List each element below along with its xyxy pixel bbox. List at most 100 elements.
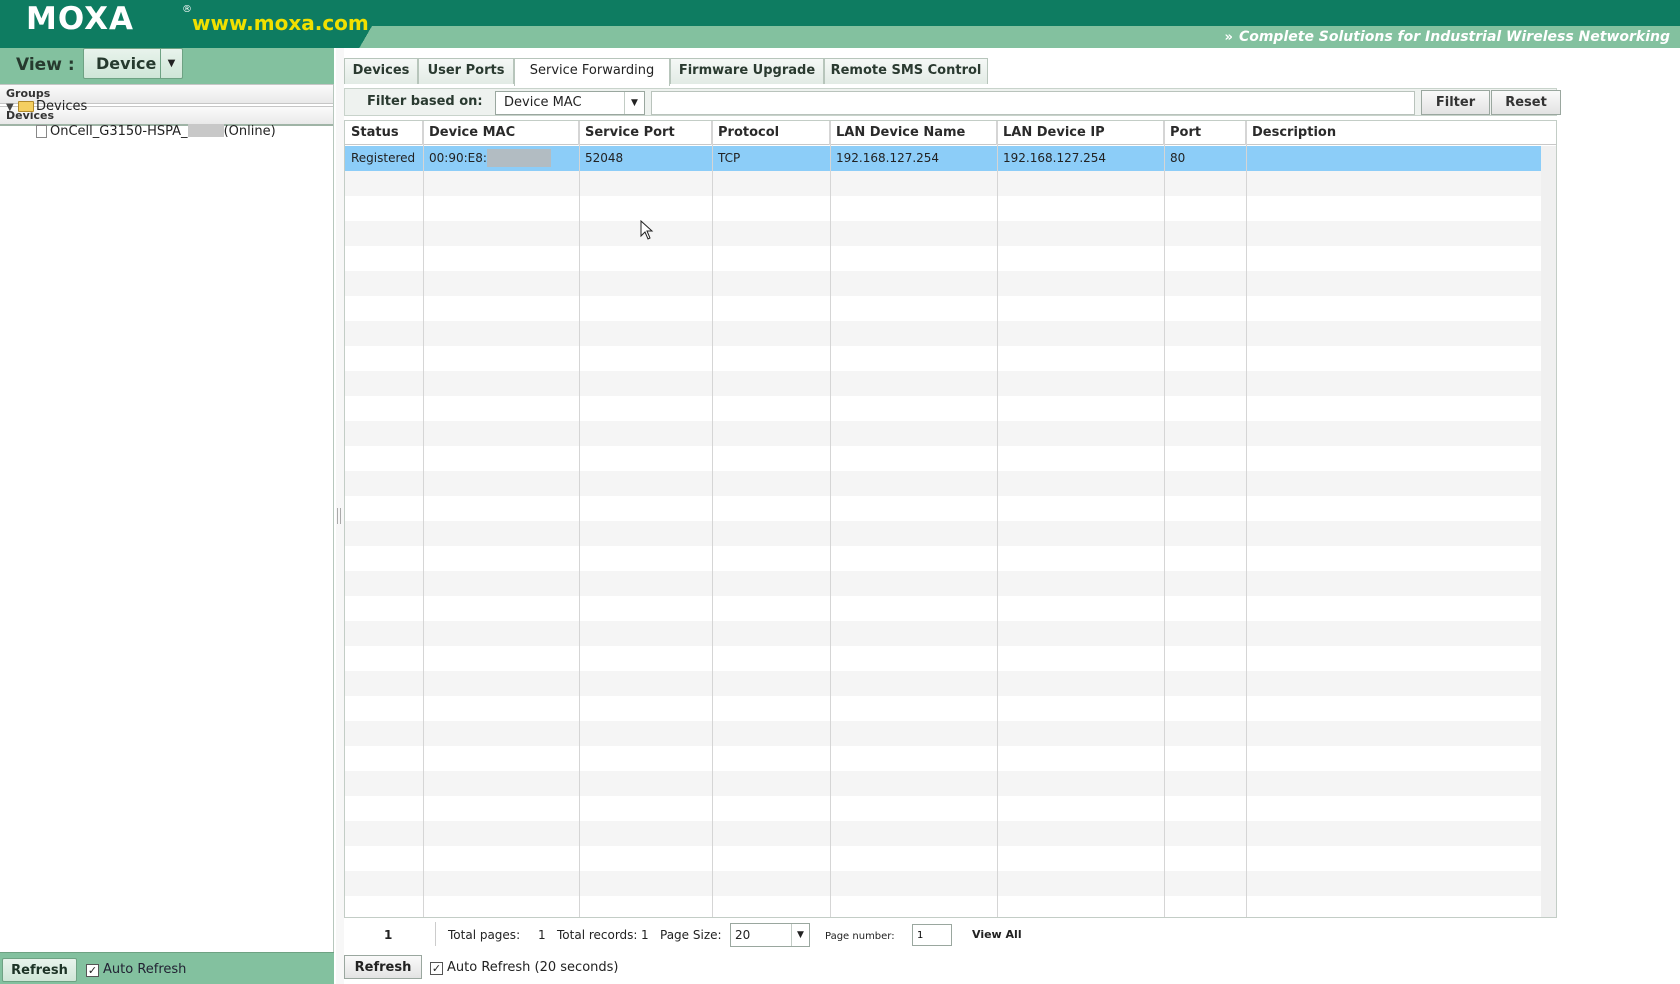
col-port[interactable]: Port: [1164, 121, 1246, 145]
empty-row: [345, 421, 1543, 446]
col-description[interactable]: Description: [1246, 121, 1543, 145]
dropdown-arrow-icon[interactable]: ▼: [624, 92, 644, 114]
empty-row: [345, 821, 1543, 846]
empty-row: [345, 471, 1543, 496]
empty-row: [345, 196, 1543, 221]
cell-port: 80: [1170, 151, 1186, 165]
empty-row: [345, 646, 1543, 671]
page-size-label: Page Size:: [660, 928, 722, 942]
col-service-port[interactable]: Service Port: [579, 121, 712, 145]
moxa-logo: MOXA: [26, 1, 134, 37]
empty-row: [345, 696, 1543, 721]
main-auto-refresh[interactable]: ✓ Auto Refresh (20 seconds): [430, 960, 619, 977]
current-page[interactable]: 1: [384, 927, 392, 943]
tagline-text: Complete Solutions for Industrial Wirele…: [1238, 29, 1670, 45]
main-refresh-button[interactable]: Refresh: [344, 955, 422, 979]
table-row[interactable]: Registered 00:90:E8: 52048 TCP 192.168.1…: [345, 146, 1543, 171]
reset-button[interactable]: Reset: [1491, 90, 1561, 115]
col-lan-device-ip[interactable]: LAN Device IP: [997, 121, 1164, 145]
main-panel: Devices User Ports Service Forwarding Fi…: [336, 48, 1680, 984]
logo-registered-mark: ®: [182, 4, 192, 15]
tab-firmware-upgrade[interactable]: Firmware Upgrade: [670, 58, 824, 84]
filter-field-value: Device MAC: [504, 95, 582, 110]
tree-device-status: (Online): [223, 124, 276, 139]
sidebar-auto-refresh[interactable]: ✓ Auto Refresh: [86, 962, 186, 979]
main-footer: Refresh ✓ Auto Refresh (20 seconds): [344, 952, 1557, 982]
column-divider: [423, 121, 424, 917]
tree-node-device[interactable]: OnCell_G3150-HSPA_ (Online): [36, 122, 276, 142]
cell-status: Registered: [351, 151, 416, 165]
column-divider: [1164, 121, 1165, 917]
empty-row: [345, 596, 1543, 621]
page-number-input[interactable]: [912, 924, 952, 946]
grid-header: Status Device MAC Service Port Protocol …: [345, 121, 1556, 145]
pager: 1 Total pages: 1 Total records: 1 Page S…: [344, 920, 1557, 950]
total-pages-value: 1: [538, 928, 546, 942]
empty-row: [345, 321, 1543, 346]
filter-input[interactable]: [651, 91, 1415, 115]
column-divider: [712, 121, 713, 917]
auto-refresh-checkbox[interactable]: ✓: [86, 963, 99, 977]
column-divider: [1246, 121, 1247, 917]
page-size-value: 20: [735, 928, 751, 942]
view-select[interactable]: Device ▼: [83, 48, 183, 79]
cell-lan-device-name: 192.168.127.254: [836, 151, 940, 165]
empty-row: [345, 571, 1543, 596]
empty-row: [345, 621, 1543, 646]
cell-protocol: TCP: [718, 151, 741, 165]
tree-node-devices[interactable]: ▼ Devices: [6, 97, 87, 117]
empty-row: [345, 846, 1543, 871]
empty-row: [345, 521, 1543, 546]
col-status[interactable]: Status: [345, 121, 423, 145]
empty-row: [345, 546, 1543, 571]
filter-button[interactable]: Filter: [1421, 90, 1490, 115]
cell-service-port: 52048: [585, 151, 624, 165]
tab-remote-sms-control[interactable]: Remote SMS Control: [824, 58, 988, 84]
view-bar: View : Device ▼: [0, 48, 334, 84]
pager-divider: [435, 922, 436, 946]
cell-device-mac: 00:90:E8:: [423, 146, 579, 171]
sidebar-refresh-button[interactable]: Refresh: [2, 958, 77, 982]
empty-row: [345, 496, 1543, 521]
empty-row: [345, 796, 1543, 821]
page-size-select[interactable]: 20 ▼: [730, 923, 810, 947]
total-records-value: 1: [641, 928, 649, 942]
dropdown-arrow-icon[interactable]: ▼: [160, 49, 182, 78]
redacted-block: [187, 123, 224, 137]
view-all-link[interactable]: View All: [972, 927, 1022, 943]
total-records-label: Total records:: [557, 928, 638, 942]
col-protocol[interactable]: Protocol: [712, 121, 830, 145]
filter-field-select[interactable]: Device MAC ▼: [495, 91, 645, 115]
grid-body: Registered 00:90:E8: 52048 TCP 192.168.1…: [345, 146, 1543, 917]
sidebar: View : Device ▼ Groups Devices ▼ Devices …: [0, 48, 334, 984]
filter-bar: Filter based on: Device MAC ▼ Filter Res…: [344, 88, 1561, 116]
empty-row: [345, 346, 1543, 371]
col-lan-device-name[interactable]: LAN Device Name: [830, 121, 997, 145]
tab-user-ports[interactable]: User Ports: [418, 58, 514, 84]
tree-device-name: OnCell_G3150-HSPA_: [50, 124, 188, 139]
col-device-mac[interactable]: Device MAC: [423, 121, 579, 145]
tree-expand-icon[interactable]: ▼: [6, 98, 18, 118]
empty-row: [345, 171, 1543, 196]
empty-row: [345, 296, 1543, 321]
app-header: MOXA ® www.moxa.com » Complete Solutions …: [0, 0, 1680, 48]
dropdown-arrow-icon[interactable]: ▼: [791, 924, 809, 946]
tree-node-label: Devices: [36, 99, 88, 114]
double-chevron-icon: »: [1224, 30, 1233, 45]
cell-device-mac-text: 00:90:E8:: [429, 151, 487, 165]
column-divider: [997, 121, 998, 917]
mouse-cursor-icon: [640, 220, 654, 240]
auto-refresh-checkbox[interactable]: ✓: [430, 961, 443, 975]
auto-refresh-label: Auto Refresh: [103, 962, 187, 977]
tab-devices[interactable]: Devices: [344, 58, 418, 84]
cell-lan-device-ip: 192.168.127.254: [1003, 151, 1107, 165]
logo-url: www.moxa.com: [192, 11, 369, 35]
service-forwarding-grid: Status Device MAC Service Port Protocol …: [344, 120, 1557, 918]
tab-service-forwarding[interactable]: Service Forwarding: [514, 58, 670, 86]
column-divider: [830, 121, 831, 917]
folder-open-icon: [18, 101, 34, 112]
grid-scrollbar[interactable]: [1541, 146, 1556, 917]
cell-description: [1246, 146, 1543, 171]
empty-row: [345, 446, 1543, 471]
tagline: » Complete Solutions for Industrial Wirel…: [1225, 28, 1670, 47]
